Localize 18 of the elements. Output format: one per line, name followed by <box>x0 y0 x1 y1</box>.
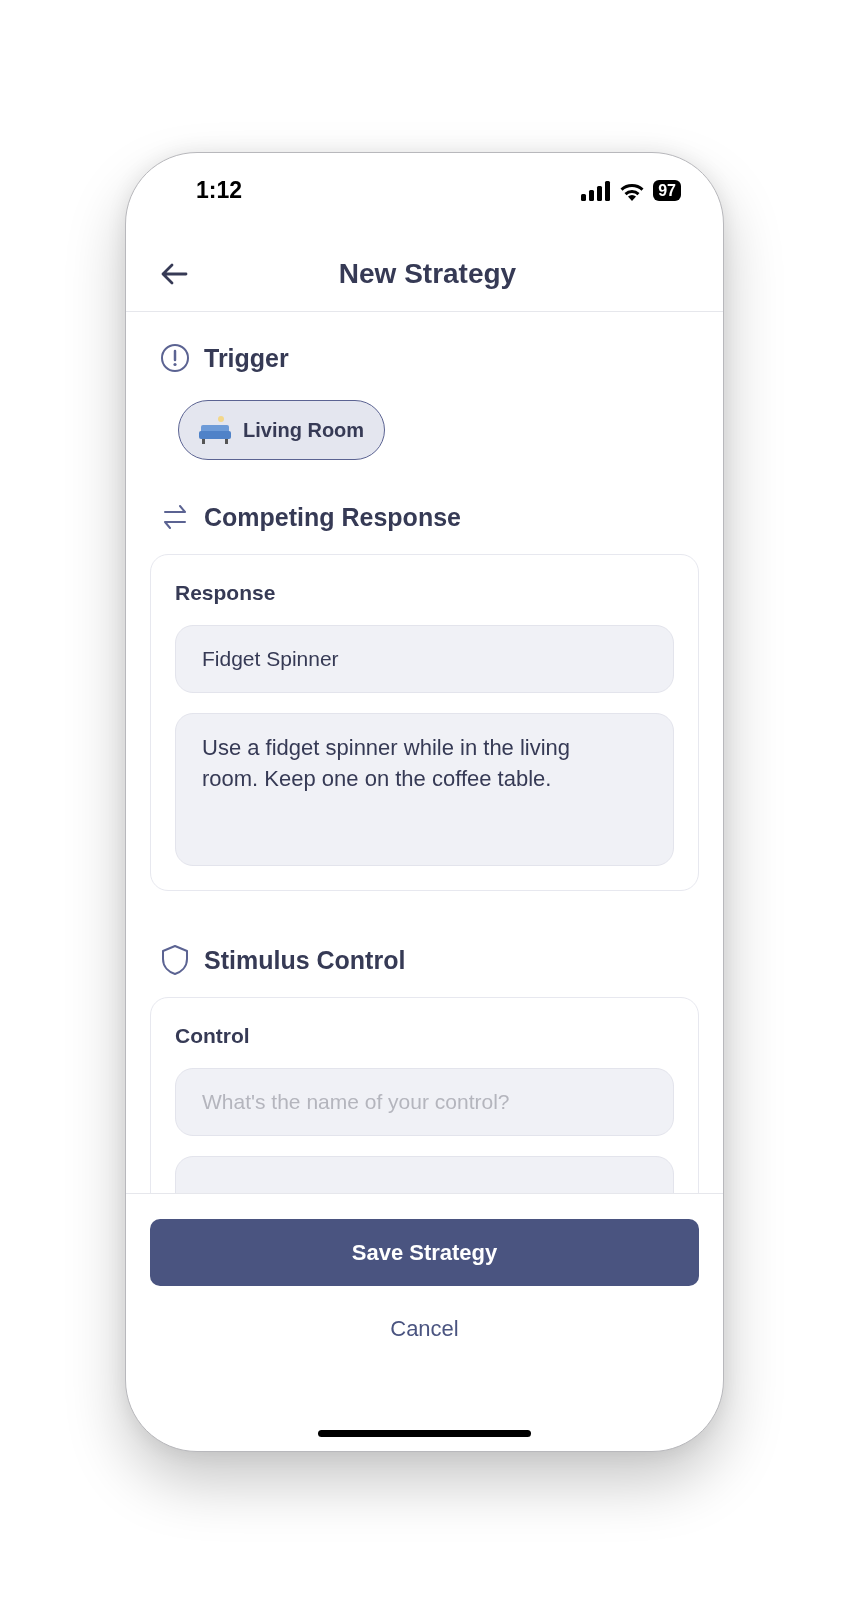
save-button[interactable]: Save Strategy <box>150 1219 699 1286</box>
sofa-icon <box>199 415 233 445</box>
screen-title: New Strategy <box>338 258 517 290</box>
status-time: 1:12 <box>196 177 243 204</box>
section-title: Trigger <box>204 343 289 373</box>
section-title: Stimulus Control <box>204 945 406 975</box>
field-label: Response <box>175 581 277 605</box>
signal-icon <box>581 180 612 201</box>
trigger-chip[interactable]: Living Room <box>178 400 386 460</box>
description-field[interactable]: Use a fidget spinner while in the living room. Keep one on the coffee table. <box>175 713 674 866</box>
battery-level: 97 <box>653 180 681 201</box>
name-field[interactable]: Fidget Spinner <box>175 625 674 693</box>
shield-icon <box>160 944 190 976</box>
field-label: Control <box>175 1024 251 1048</box>
cancel-button[interactable]: Cancel <box>370 1306 479 1352</box>
alert-circle-icon <box>160 343 190 373</box>
section-title: Competing Response <box>204 502 461 532</box>
name-field[interactable]: What's the name of your control? <box>175 1068 674 1136</box>
